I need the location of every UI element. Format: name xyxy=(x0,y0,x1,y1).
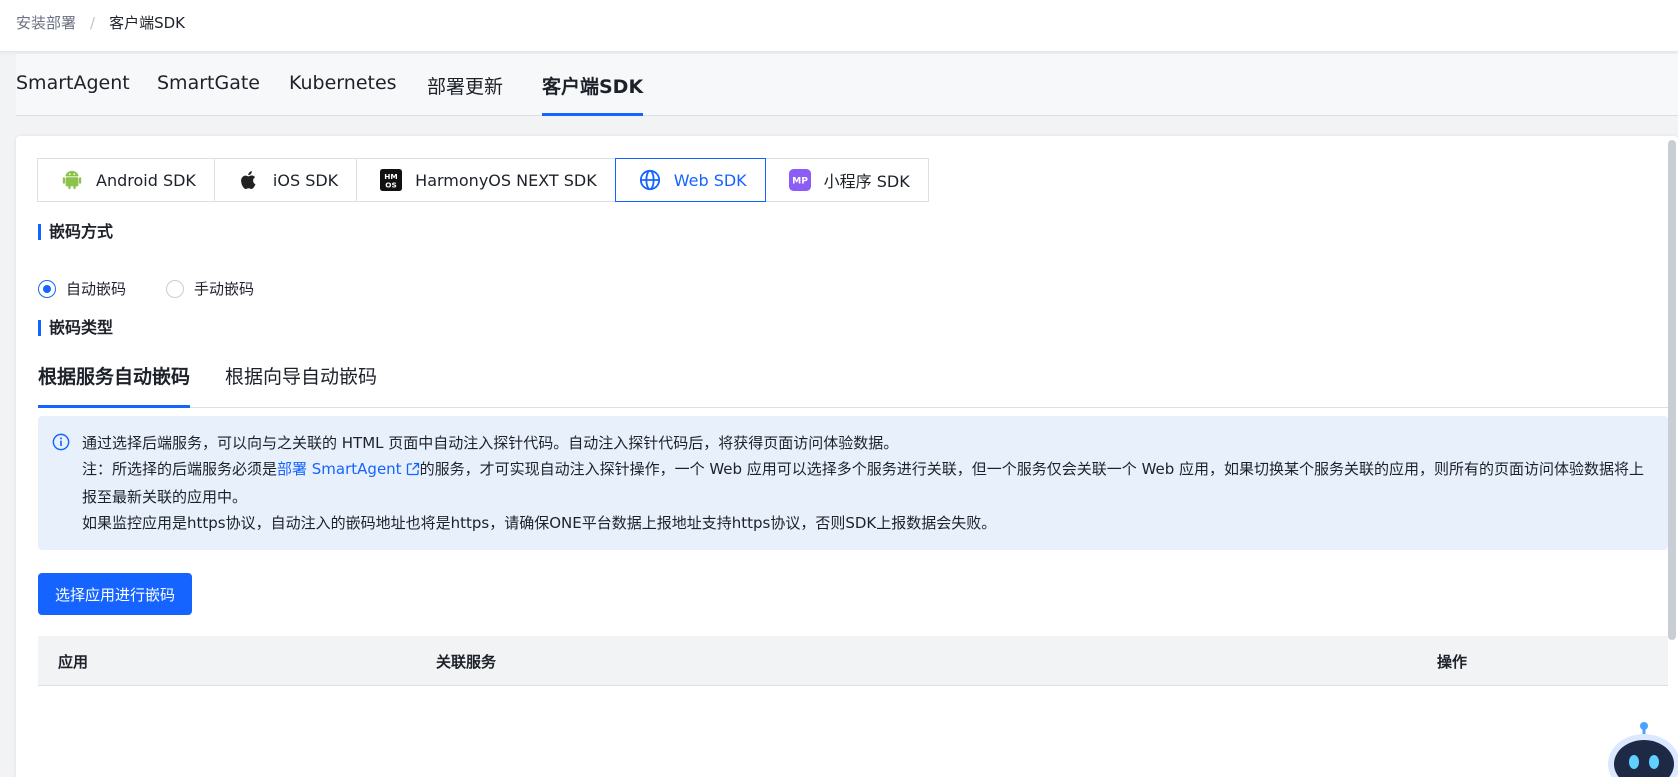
svg-text:MP: MP xyxy=(792,176,808,187)
embed-method-title: 嵌码方式 xyxy=(38,224,113,240)
tab-deploy-update[interactable]: 部署更新 xyxy=(427,72,503,116)
alert-line-3: 如果监控应用是https协议，自动注入的嵌码地址也将是https，请确保ONE平… xyxy=(82,514,997,532)
column-header-actions: 操作 xyxy=(1437,653,1468,671)
miniprogram-icon: MP xyxy=(788,168,812,192)
column-header-service: 关联服务 xyxy=(436,653,497,671)
table-header: 应用 关联服务 操作 xyxy=(38,636,1668,686)
harmonyos-icon: HM OS xyxy=(379,168,403,192)
sdk-tab-harmonyos[interactable]: HM OS HarmonyOS NEXT SDK xyxy=(356,158,616,202)
apple-icon xyxy=(237,168,261,192)
assistant-bot-icon[interactable] xyxy=(1604,720,1678,777)
radio-label: 自动嵌码 xyxy=(66,280,127,298)
embed-method-options: 自动嵌码 手动嵌码 xyxy=(38,278,254,299)
link-text: 部署 SmartAgent xyxy=(277,460,402,478)
tab-kubernetes[interactable]: Kubernetes xyxy=(289,72,397,116)
breadcrumb-root[interactable]: 安装部署 xyxy=(16,12,76,33)
alert-note-prefix: 注：所选择的后端服务必须是 xyxy=(82,460,278,478)
globe-icon xyxy=(638,168,662,192)
info-icon xyxy=(52,433,70,459)
sdk-tab-web[interactable]: Web SDK xyxy=(614,158,766,202)
sdk-tab-label: Android SDK xyxy=(96,170,196,190)
tab-service-auto-embed[interactable]: 根据服务自动嵌码 xyxy=(38,358,191,408)
sdk-tab-miniprogram[interactable]: MP 小程序 SDK xyxy=(764,158,929,202)
external-link-icon xyxy=(406,458,420,484)
breadcrumb: 安装部署 / 客户端SDK xyxy=(16,12,185,33)
info-alert: 通过选择后端服务，可以向与之关联的 HTML 页面中自动注入探针代码。自动注入探… xyxy=(38,416,1668,550)
sdk-tab-android[interactable]: Android SDK xyxy=(37,158,215,202)
main-tab-bar: SmartAgent SmartGate Kubernetes 部署更新 客户端… xyxy=(16,54,1678,116)
radio-manual-embed[interactable]: 手动嵌码 xyxy=(166,278,254,299)
android-icon xyxy=(60,168,84,192)
sdk-tab-ios[interactable]: iOS SDK xyxy=(213,158,358,202)
alert-line-1: 通过选择后端服务，可以向与之关联的 HTML 页面中自动注入探针代码。自动注入探… xyxy=(82,434,899,452)
sdk-tab-label: HarmonyOS NEXT SDK xyxy=(415,170,597,190)
smartagent-link[interactable]: 部署 SmartAgent xyxy=(277,460,420,478)
select-app-embed-button[interactable]: 选择应用进行嵌码 xyxy=(38,573,193,615)
breadcrumb-current: 客户端SDK xyxy=(109,14,185,32)
svg-text:OS: OS xyxy=(385,180,397,189)
tab-smartgate[interactable]: SmartGate xyxy=(157,72,260,116)
sdk-tab-label: Web SDK xyxy=(673,170,747,190)
content-card: Android SDK iOS SDK HM OS HarmonyOS NEXT … xyxy=(16,136,1678,777)
alert-line-2: 注：所选择的后端服务必须是部署 SmartAgent 的服务，才可实现自动注入探针… xyxy=(82,456,1648,510)
radio-button-checked[interactable] xyxy=(38,279,56,298)
sdk-tab-label: iOS SDK xyxy=(272,170,339,190)
tab-smartagent[interactable]: SmartAgent xyxy=(16,72,130,116)
tab-client-sdk[interactable]: 客户端SDK xyxy=(542,72,644,116)
radio-auto-embed[interactable]: 自动嵌码 xyxy=(38,278,126,299)
top-bar: 安装部署 / 客户端SDK xyxy=(0,0,1678,52)
column-header-app: 应用 xyxy=(58,653,89,671)
scrollbar[interactable] xyxy=(1668,140,1676,640)
radio-label: 手动嵌码 xyxy=(194,280,255,298)
sdk-selector: Android SDK iOS SDK HM OS HarmonyOS NEXT … xyxy=(37,158,929,202)
sdk-tab-label: 小程序 SDK xyxy=(823,172,910,191)
tab-wizard-auto-embed[interactable]: 根据向导自动嵌码 xyxy=(225,358,377,408)
embed-type-tabs: 根据服务自动嵌码 根据向导自动嵌码 xyxy=(38,358,1668,408)
embed-type-title: 嵌码类型 xyxy=(38,320,113,336)
radio-button[interactable] xyxy=(166,279,185,298)
breadcrumb-separator: / xyxy=(90,13,96,32)
